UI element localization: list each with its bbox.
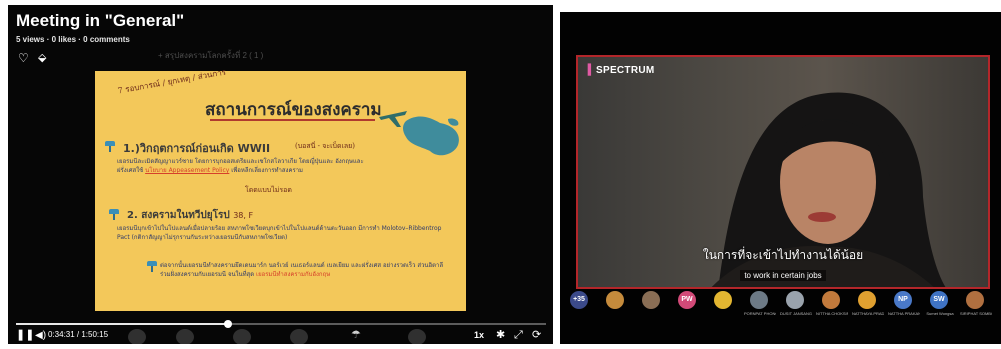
participant-tile[interactable]: +35 <box>564 291 596 321</box>
pushpin-icon <box>109 209 119 220</box>
handwritten-note: โดดแบบไม่รอด <box>245 186 292 194</box>
participant-camera-thumb <box>128 329 146 344</box>
video-progress-bar[interactable] <box>16 320 546 328</box>
presentation-toolbar: + สรุปสงครามโลกครั้งที่ 2 ( 1 ) <box>158 51 264 60</box>
highlighted-text: นโยบาย Appeasement Policy <box>145 167 230 174</box>
participant-tile[interactable]: PW <box>672 291 704 321</box>
pushpin-icon <box>147 261 157 272</box>
slide-paragraph-1: เยอรมนีละเมิดสัญญาแวร์ซาย โดยการบุกออสเต… <box>117 157 367 175</box>
participant-avatar: +35 <box>570 291 588 309</box>
participant-tile[interactable]: SIRIPHAT SOMBOON <box>960 291 992 321</box>
video-title[interactable]: Meeting in "General" <box>16 11 184 31</box>
participant-tile[interactable]: PORNPAT PHONGPHAN <box>744 291 776 321</box>
participant-strip: +35 PW PORNPAT PHONGPHAN DUSIT JANSANG NITTH… <box>564 291 996 321</box>
participant-avatar: NP <box>894 291 912 309</box>
settings-gear-icon[interactable]: ✱ <box>496 329 505 342</box>
participant-tile[interactable]: NATTHAYA PRADIT <box>852 291 884 321</box>
participant-name: Sumet Wongsa <box>926 311 954 316</box>
handwritten-note: (บอสนี่ - จะเบ็ดเลย) <box>295 142 356 150</box>
slide-paragraph-2: เยอรมนีบุกเข้าไปในโปแลนด์เมื่อปลายร้อย ส… <box>117 225 442 241</box>
participant-avatar: PW <box>678 291 696 309</box>
subtitle-thai: ในการที่จะเข้าไปทำงานได้น้อย <box>702 248 864 262</box>
participant-camera-thumb <box>176 329 194 344</box>
active-speaker-video[interactable]: ▍SPECTRUM ในการที่จะเข้าไปทำงานได้น้อย t… <box>576 55 990 289</box>
video-post-panel: Meeting in "General" 5 views · 0 likes ·… <box>8 5 553 344</box>
participant-avatar <box>858 291 876 309</box>
participant-tile[interactable] <box>636 291 668 321</box>
participant-tile[interactable]: SW Sumet Wongsa <box>924 291 956 321</box>
slide-heading-1: 1.)วิกฤตการณ์ก่อนเกิด WWII <box>123 142 271 155</box>
highlighted-text: เยอรมนีทำสงครามกับอังกฤษ <box>256 271 331 278</box>
map-illustration <box>403 116 459 156</box>
progress-handle[interactable] <box>224 320 232 328</box>
fullscreen-icon[interactable]: ⤢ <box>514 329 523 342</box>
brand-watermark: ▍SPECTRUM <box>588 65 655 76</box>
participant-tile[interactable]: NP NATTHA PRAKAN <box>888 291 920 321</box>
participant-name: SIRIPHAT SOMBOON <box>960 311 992 316</box>
paragraph-text: เพื่อหลีกเลี่ยงการทำสงคราม <box>231 167 304 174</box>
participant-tile[interactable]: NITTHA CHOKSIRI <box>816 291 848 321</box>
heading-text: 2. สงครามในทวีปยุโรป <box>127 210 230 221</box>
like-heart-icon[interactable]: ♡ <box>18 52 29 64</box>
participant-name: DUSIT JANSANG <box>780 311 812 316</box>
share-icon[interactable]: ⟳ <box>532 329 541 342</box>
participant-tile[interactable]: DUSIT JANSANG <box>780 291 812 321</box>
participant-avatar <box>714 291 732 309</box>
pushpin-icon <box>105 141 115 152</box>
playback-speed-button[interactable]: 1x <box>474 329 484 342</box>
umbrella-icon: ☂ <box>351 329 361 341</box>
participant-avatar <box>966 291 984 309</box>
participant-camera-thumb <box>290 329 308 344</box>
volume-icon[interactable]: ◀) <box>35 329 46 342</box>
participant-name: PORNPAT PHONGPHAN <box>744 311 776 316</box>
participant-camera-thumb <box>408 329 426 344</box>
tag-icon[interactable]: ⬙ <box>38 52 46 64</box>
participant-name: NATTHA PRAKAN <box>888 311 920 316</box>
subtitle-english-wrap: to work in certain jobs <box>578 265 988 283</box>
title-underline <box>210 119 375 121</box>
player-controls: ❚❚ ◀) 0:34:31 / 1:50:15 ☂ 1x ✱ ⤢ ⟳ <box>8 329 553 344</box>
participant-avatar: SW <box>930 291 948 309</box>
handwritten-annotation: 7 รอบการณ์ / ยุกเหตุ / ส่วนการ <box>117 67 227 96</box>
participant-name: NITTHA CHOKSIRI <box>816 311 848 316</box>
brand-text: SPECTRUM <box>596 65 655 76</box>
participant-tile[interactable] <box>600 291 632 321</box>
time-display: 0:34:31 / 1:50:15 <box>48 330 109 339</box>
participant-camera-thumb <box>233 329 251 344</box>
participant-avatar <box>606 291 624 309</box>
slide-heading-2: 2. สงครามในทวีปยุโรป 38, F <box>127 208 253 223</box>
slide-paragraph-3: ต่อจากนั้นเยอรมนีทำสงครามยึดเดนมาร์ก นอร… <box>160 261 450 279</box>
meeting-panel: ▍SPECTRUM ในการที่จะเข้าไปทำงานได้น้อย t… <box>560 12 1001 344</box>
participant-avatar <box>750 291 768 309</box>
subtitle-english: to work in certain jobs <box>740 270 826 281</box>
participant-name: NATTHAYA PRADIT <box>852 311 884 316</box>
progress-fill <box>16 323 228 325</box>
pause-icon[interactable]: ❚❚ <box>16 329 34 342</box>
presentation-slide: 7 รอบการณ์ / ยุกเหตุ / ส่วนการ สถานการณ์… <box>95 68 466 311</box>
paragraph-text: เยอรมนีละเมิดสัญญาแวร์ซาย โดยการบุกออสเต… <box>117 158 334 165</box>
participant-avatar <box>786 291 804 309</box>
participant-avatar <box>822 291 840 309</box>
participant-tile[interactable] <box>708 291 740 321</box>
video-stats: 5 views · 0 likes · 0 comments <box>16 35 130 44</box>
participant-avatar <box>642 291 660 309</box>
handwritten-note: 38, F <box>233 211 254 220</box>
